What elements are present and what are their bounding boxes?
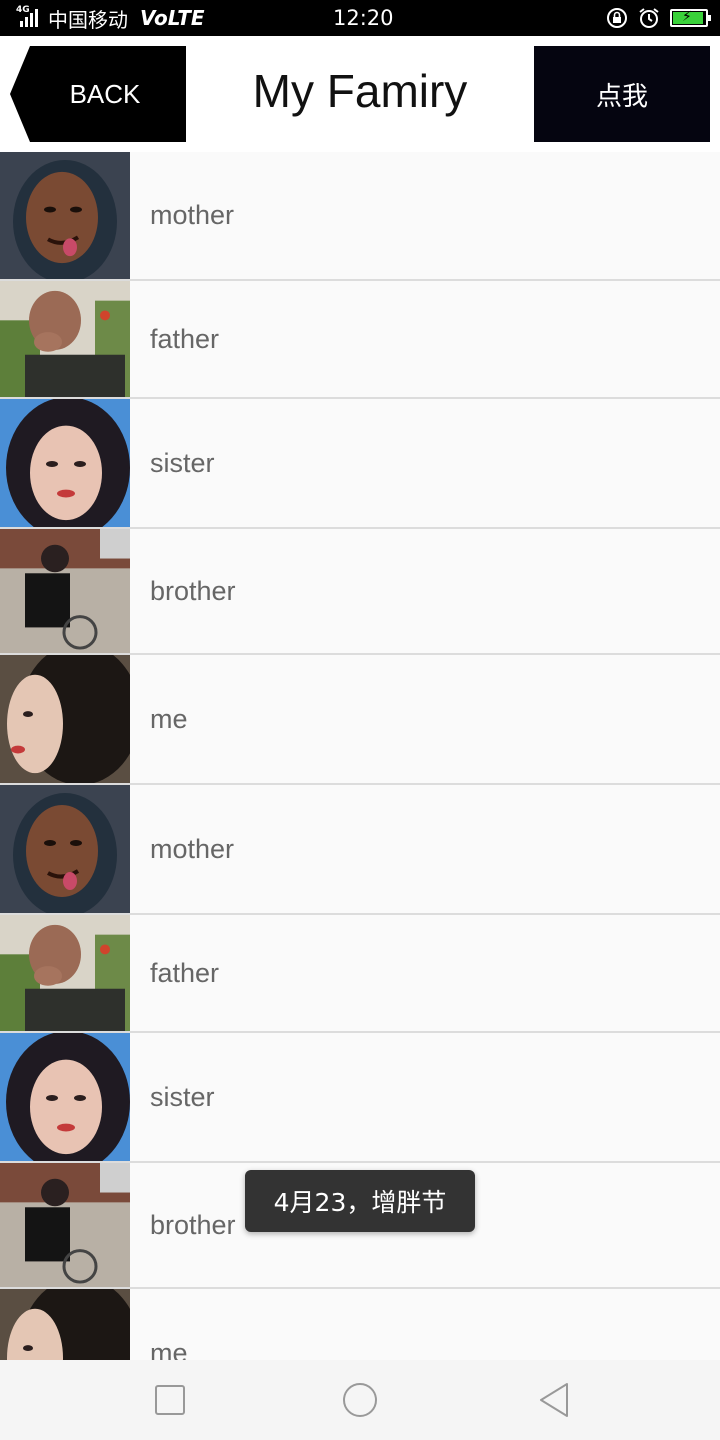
volte-indicator: VoLTE (140, 6, 205, 30)
click-me-button[interactable]: 点我 (534, 46, 710, 142)
list-item-label: brother (150, 1209, 236, 1240)
battery-charging-icon: ⚡ (670, 9, 711, 27)
brother-avatar (0, 529, 130, 653)
list-item-label: mother (150, 833, 235, 864)
sister-avatar (0, 399, 130, 527)
list-item[interactable]: father (0, 915, 720, 1033)
status-time: 12:20 (333, 6, 394, 30)
back-button[interactable]: BACK (10, 46, 186, 142)
me-avatar (0, 655, 130, 783)
recent-apps-icon[interactable] (150, 1380, 190, 1420)
mother-avatar (0, 785, 130, 913)
father-avatar (0, 281, 130, 397)
list-item-label: me (150, 703, 188, 734)
father-avatar (0, 915, 130, 1031)
status-bar: 4G 中国移动 VoLTE 12:20 ⚡ (0, 0, 720, 36)
list-item[interactable]: mother (0, 152, 720, 281)
me-avatar (0, 1289, 130, 1360)
list-item[interactable]: father (0, 281, 720, 399)
toast-message: 4月23，增胖节 (245, 1170, 475, 1232)
list-item[interactable]: me (0, 655, 720, 785)
list-item[interactable]: mother (0, 785, 720, 915)
list-item-label: sister (150, 447, 215, 478)
list-item[interactable]: me (0, 1289, 720, 1360)
brother-avatar (0, 1163, 130, 1287)
sister-avatar (0, 1033, 130, 1161)
alarm-icon (639, 8, 659, 28)
mother-avatar (0, 152, 130, 279)
signal-icon: 4G (16, 5, 42, 29)
status-left: 4G 中国移动 VoLTE (16, 4, 205, 33)
list-item[interactable]: sister (0, 399, 720, 529)
system-nav-bar (0, 1360, 720, 1440)
list-item-label: father (150, 323, 220, 354)
list-item[interactable]: sister (0, 1033, 720, 1163)
list-item-label: father (150, 957, 220, 988)
network-tag: 4G (16, 5, 30, 15)
list-item-label: brother (150, 575, 236, 606)
list-item-label: sister (150, 1081, 215, 1112)
list-item[interactable]: brother (0, 529, 720, 655)
carrier-name: 中国移动 (48, 7, 128, 32)
list-item-label: mother (150, 200, 235, 230)
charging-bolt-icon: ⚡ (682, 9, 692, 25)
list-item-label: me (150, 1337, 188, 1361)
home-icon[interactable] (340, 1380, 380, 1420)
back-triangle-icon[interactable] (535, 1380, 575, 1420)
title-bar: BACK My Famiry 点我 (0, 36, 720, 152)
lock-rotation-icon (607, 8, 627, 28)
status-right: ⚡ (606, 7, 711, 29)
page-title: My Famiry (252, 65, 468, 117)
